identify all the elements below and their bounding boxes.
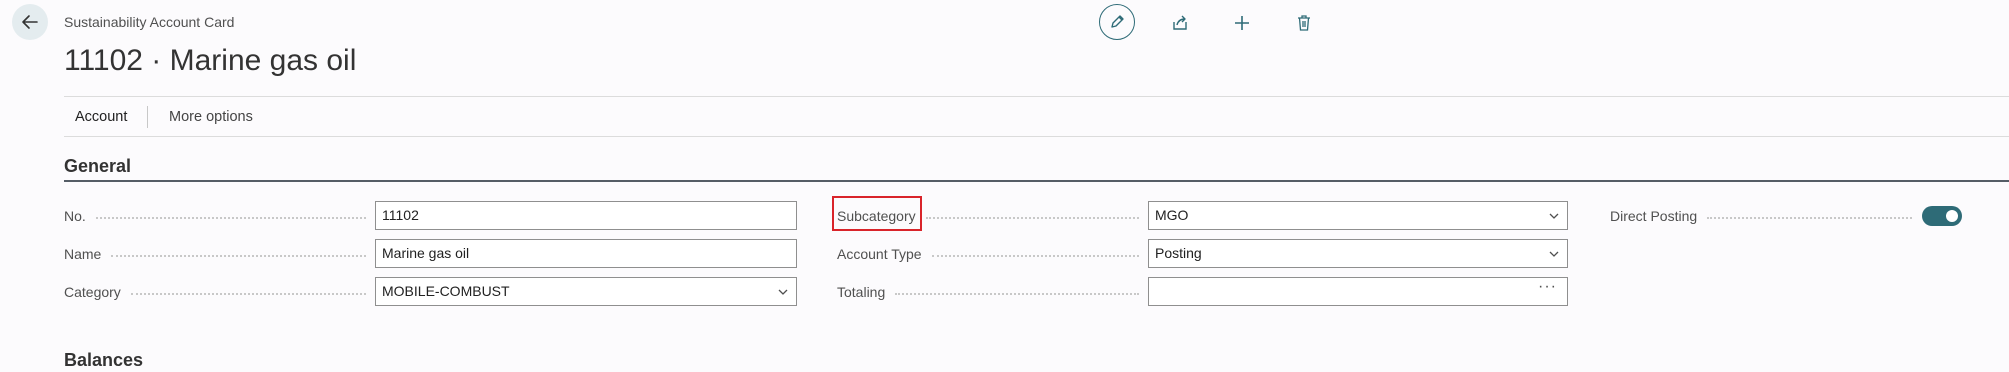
actionbar-bottom-divider	[64, 136, 2009, 137]
share-icon	[1173, 15, 1187, 30]
highlight-box	[832, 196, 922, 231]
breadcrumb: Sustainability Account Card	[64, 14, 235, 30]
trash-icon	[1298, 15, 1310, 31]
share-button[interactable]	[1162, 5, 1198, 41]
field-label-account-type: Account Type	[837, 245, 1139, 263]
subcategory-select[interactable]: MGO	[1148, 201, 1568, 230]
section-underline	[64, 180, 2009, 182]
direct-posting-toggle[interactable]	[1922, 206, 1962, 226]
plus-icon	[1235, 16, 1249, 30]
section-title-general[interactable]: General	[64, 156, 131, 177]
field-label-name: Name	[64, 245, 366, 263]
pencil-icon	[1111, 15, 1124, 28]
chevron-down-icon[interactable]	[778, 287, 788, 297]
arrow-left-icon	[22, 15, 38, 29]
account-type-value: Posting	[1155, 245, 1202, 261]
chevron-down-icon[interactable]	[1549, 249, 1559, 259]
page-title: 11102 · Marine gas oil	[64, 44, 357, 77]
totaling-field[interactable]: ···	[1148, 277, 1568, 306]
section-title-balances[interactable]: Balances	[64, 350, 143, 371]
chevron-down-icon[interactable]	[1549, 211, 1559, 221]
field-label-totaling: Totaling	[837, 283, 1139, 301]
actionbar-top-divider	[64, 96, 2009, 97]
action-more-options[interactable]: More options	[169, 109, 253, 125]
back-button[interactable]	[12, 4, 48, 40]
action-account[interactable]: Account	[75, 109, 127, 125]
ellipsis-icon[interactable]: ···	[1538, 273, 1557, 300]
account-type-select[interactable]: Posting	[1148, 239, 1568, 268]
new-button[interactable]	[1224, 5, 1260, 41]
name-field[interactable]: Marine gas oil	[375, 239, 797, 268]
subcategory-value: MGO	[1155, 207, 1189, 223]
field-label-no: No.	[64, 207, 366, 225]
no-field[interactable]: 11102	[375, 201, 797, 230]
delete-button[interactable]	[1286, 5, 1322, 41]
category-value: MOBILE-COMBUST	[382, 283, 510, 299]
toggle-knob	[1946, 210, 1958, 222]
edit-button[interactable]	[1099, 4, 1135, 40]
action-divider	[147, 106, 148, 128]
field-label-direct-posting: Direct Posting	[1610, 207, 1912, 225]
category-select[interactable]: MOBILE-COMBUST	[375, 277, 797, 306]
field-label-category: Category	[64, 283, 366, 301]
